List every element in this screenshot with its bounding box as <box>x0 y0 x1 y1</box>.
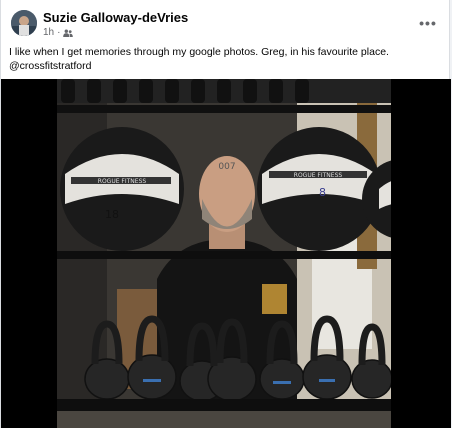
caption-text: I like when I get memories through my go… <box>9 46 389 58</box>
photo-letterbox-left <box>1 79 57 428</box>
gym-photo: 007 ROGUE FITNESS 18 ROGUE FITNESS 8 <box>57 79 391 428</box>
author-name[interactable]: Suzie Galloway-deVries <box>43 10 188 25</box>
caption-tag[interactable]: @crossfitstratford <box>9 60 91 72</box>
photo-letterbox-right <box>391 79 451 428</box>
ball-left-number: 18 <box>105 208 119 221</box>
author-avatar[interactable] <box>11 10 37 36</box>
post-meta: 1h · <box>43 27 74 38</box>
post-timestamp[interactable]: 1h <box>43 27 54 38</box>
ball-left-brand: ROGUE FITNESS <box>98 178 147 185</box>
post-caption: I like when I get memories through my go… <box>9 45 429 73</box>
avatar-image <box>11 10 37 36</box>
ball-right-brand: ROGUE FITNESS <box>294 172 343 179</box>
meta-separator: · <box>57 27 61 38</box>
more-options-button[interactable]: ••• <box>417 12 439 34</box>
facebook-post: Suzie Galloway-deVries 1h · ••• I like w… <box>0 0 451 428</box>
post-photo[interactable]: 007 ROGUE FITNESS 18 ROGUE FITNESS 8 <box>57 79 391 428</box>
svg-text:007: 007 <box>218 162 235 172</box>
friends-icon[interactable] <box>63 29 74 37</box>
ball-right-number: 8 <box>319 186 326 199</box>
post-header: Suzie Galloway-deVries 1h · ••• <box>1 0 449 42</box>
